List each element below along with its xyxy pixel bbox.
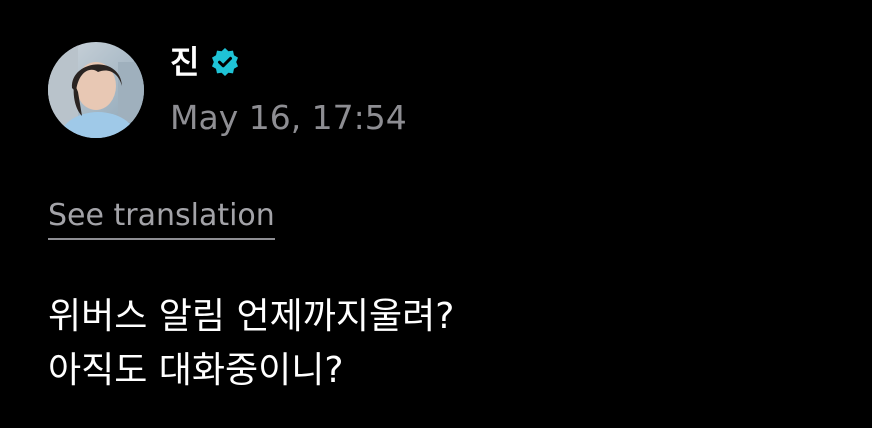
profile-photo-icon — [48, 42, 144, 138]
post-card: 진 May 16, 17:54 See translation 위버스 알림 언… — [0, 0, 872, 428]
post-line: 아직도 대화중이니? — [48, 350, 344, 391]
author-avatar[interactable] — [48, 42, 144, 138]
author-row: 진 — [170, 40, 241, 84]
post-body: 위버스 알림 언제까지울려? 아직도 대화중이니? — [48, 290, 454, 398]
author-name[interactable]: 진 — [170, 40, 199, 84]
post-timestamp: May 16, 17:54 — [170, 98, 407, 137]
verified-badge-icon — [209, 46, 241, 78]
post-line: 위버스 알림 언제까지울려? — [48, 296, 455, 337]
see-translation-link[interactable]: See translation — [48, 196, 275, 240]
